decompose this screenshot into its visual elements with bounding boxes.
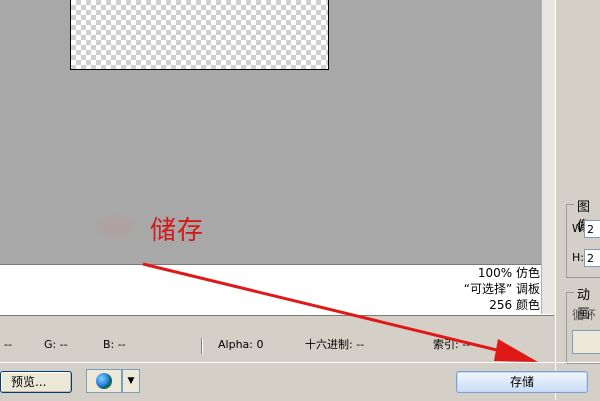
arrow-line: [142, 262, 506, 354]
annotation-arrow: [142, 262, 538, 362]
arrow-head: [494, 339, 538, 362]
